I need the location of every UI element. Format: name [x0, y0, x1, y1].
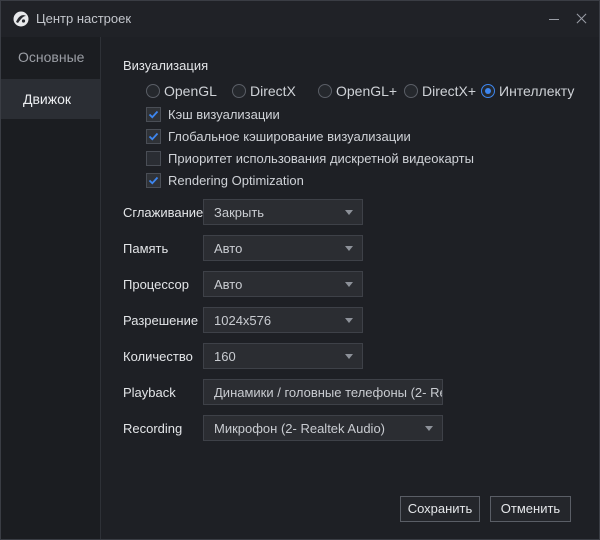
chevron-down-icon [345, 354, 353, 359]
select-value: Динамики / головные телефоны (2- Realtek… [214, 385, 442, 400]
checkmark-icon [148, 176, 159, 185]
select-value: Микрофон (2- Realtek Audio) [214, 421, 386, 436]
count-label: Количество [123, 349, 193, 364]
resolution-label: Разрешение [123, 313, 199, 328]
select-value: Авто [214, 277, 243, 292]
title-bar: Центр настроек [1, 1, 599, 37]
chevron-down-icon [425, 426, 433, 431]
radio-label: DirectX+ [422, 83, 477, 99]
close-icon[interactable] [572, 9, 592, 29]
checkbox-box [146, 107, 161, 122]
sidebar-item-general[interactable]: Основные [1, 37, 100, 77]
checkbox-box [146, 173, 161, 188]
checkbox-box [146, 151, 161, 166]
antialiasing-label: Сглаживание [123, 205, 203, 220]
checkbox-label: Rendering Optimization [168, 173, 304, 188]
radio-indicator [404, 84, 418, 98]
radio-indicator [146, 84, 160, 98]
count-select[interactable]: 160 [203, 343, 363, 369]
chevron-down-icon [345, 282, 353, 287]
radio-label: OpenGL [164, 83, 217, 99]
window-title: Центр настроек [36, 11, 132, 26]
processor-label: Процессор [123, 277, 189, 292]
engine-settings-panel: Визуализация OpenGL DirectX OpenGL+ Dire… [102, 37, 599, 539]
radio-indicator [481, 84, 495, 98]
radio-indicator [318, 84, 332, 98]
settings-window: Центр настроек Основные Движок Визуализа… [0, 0, 600, 540]
checkmark-icon [148, 110, 159, 119]
cancel-button[interactable]: Отменить [490, 496, 571, 522]
memory-select[interactable]: Авто [203, 235, 363, 261]
radio-label: DirectX [250, 83, 296, 99]
chevron-down-icon [345, 318, 353, 323]
resolution-select[interactable]: 1024x576 [203, 307, 363, 333]
select-value: 160 [214, 349, 236, 364]
radio-label: Интеллекту [499, 83, 575, 99]
sidebar: Основные Движок [1, 37, 101, 539]
checkbox-label: Кэш визуализации [168, 107, 280, 122]
select-value: Закрыть [214, 205, 265, 220]
playback-device-select[interactable]: Динамики / головные телефоны (2- Realtek… [203, 379, 443, 405]
sidebar-item-engine[interactable]: Движок [1, 79, 100, 119]
chevron-down-icon [345, 246, 353, 251]
minimize-icon[interactable] [544, 9, 564, 29]
app-logo-icon [13, 11, 29, 27]
recording-label: Recording [123, 421, 183, 436]
checkbox-label: Глобальное кэширование визуализации [168, 129, 411, 144]
save-button[interactable]: Сохранить [400, 496, 480, 522]
recording-device-select[interactable]: Микрофон (2- Realtek Audio) [203, 415, 443, 441]
chevron-down-icon [345, 210, 353, 215]
processor-select[interactable]: Авто [203, 271, 363, 297]
radio-label: OpenGL+ [336, 83, 398, 99]
radio-indicator [232, 84, 246, 98]
checkbox-box [146, 129, 161, 144]
select-value: Авто [214, 241, 243, 256]
checkbox-label: Приоритет использования дискретной видео… [168, 151, 474, 166]
render-section-label: Визуализация [123, 58, 209, 73]
checkmark-icon [148, 132, 159, 141]
antialiasing-select[interactable]: Закрыть [203, 199, 363, 225]
playback-label: Playback [123, 385, 176, 400]
select-value: 1024x576 [214, 313, 272, 328]
memory-label: Память [123, 241, 169, 256]
